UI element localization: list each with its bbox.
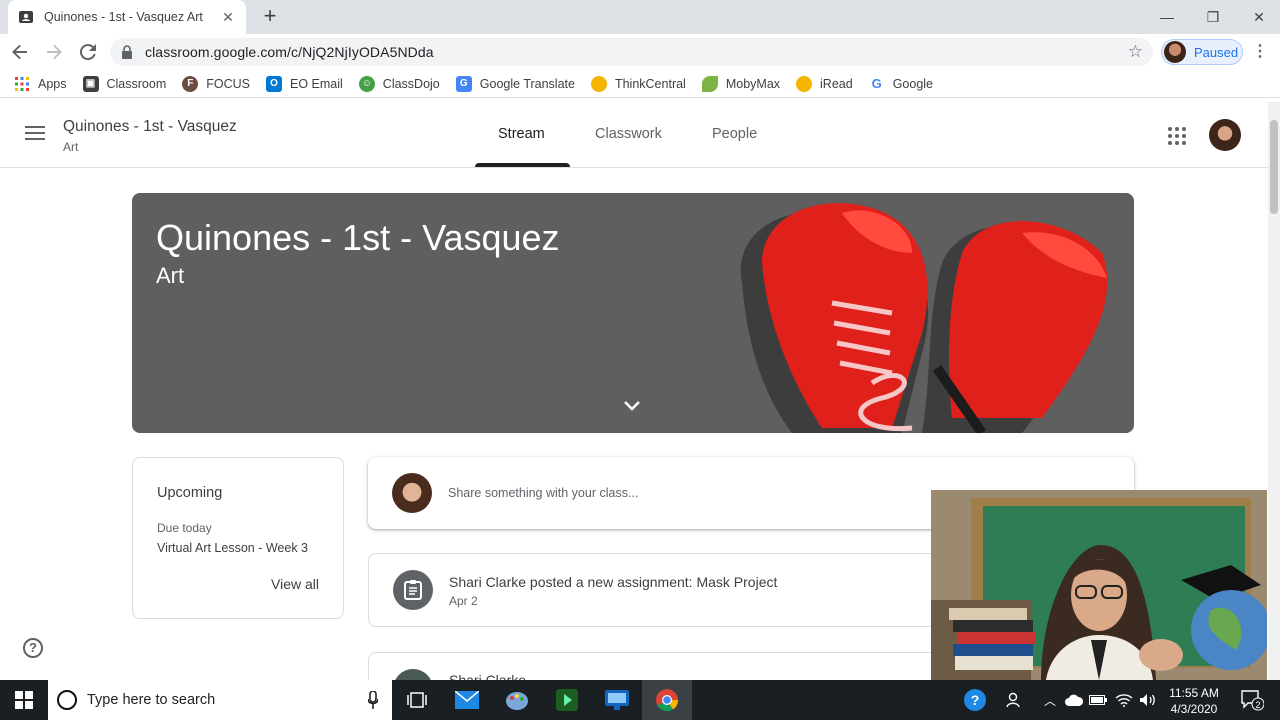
class-name[interactable]: Quinones - 1st - Vasquez	[63, 118, 237, 136]
bookmark-eo-email[interactable]: O EO Email	[266, 75, 343, 92]
taskbar-search-box[interactable]: Type here to search	[48, 680, 392, 720]
bookmark-google[interactable]: G Google	[869, 76, 933, 92]
upcoming-heading: Upcoming	[157, 485, 223, 501]
upcoming-card: Upcoming Due today Virtual Art Lesson - …	[132, 457, 344, 619]
browser-toolbar: classroom.google.com/c/NjQ2NjIyODA5NDda …	[0, 34, 1280, 70]
translate-icon: G	[455, 75, 472, 92]
tab-people[interactable]: People	[712, 126, 757, 142]
svg-text:?: ?	[971, 692, 980, 708]
tab-classwork[interactable]: Classwork	[595, 126, 662, 142]
windows-taskbar: Type here to search ? ︿ 11:55 AM 4/3/202…	[0, 680, 1280, 720]
taskbar-search-placeholder: Type here to search	[87, 692, 216, 708]
chrome-app-icon[interactable]	[642, 680, 692, 720]
share-placeholder[interactable]: Share something with your class...	[448, 486, 638, 500]
forward-icon[interactable]	[40, 38, 68, 66]
user-avatar	[392, 473, 432, 513]
profile-status: Paused	[1194, 44, 1239, 60]
classroom-favicon-icon	[18, 9, 34, 25]
view-all-button[interactable]: View all	[271, 576, 319, 592]
clock-date: 4/3/2020	[1170, 702, 1218, 716]
new-tab-button[interactable]: +	[258, 5, 282, 29]
boxing-gloves-illustration	[740, 203, 1108, 433]
page-scrollbar[interactable]	[1268, 102, 1280, 680]
class-section: Art	[63, 140, 79, 154]
task-view-icon[interactable]	[392, 680, 442, 720]
profile-avatar	[1164, 41, 1186, 63]
focus-icon: F	[182, 75, 199, 92]
bookmark-google-translate[interactable]: G Google Translate	[455, 75, 575, 92]
minimize-icon[interactable]: —	[1144, 0, 1190, 34]
close-window-icon[interactable]: ✕	[1236, 0, 1280, 34]
tab-title: Quinones - 1st - Vasquez Art	[44, 10, 203, 24]
webcam-video-overlay	[931, 490, 1267, 680]
apps-grid-icon	[14, 76, 30, 92]
due-today-label: Due today	[157, 521, 212, 535]
banner-title: Quinones - 1st - Vasquez	[156, 217, 560, 258]
scrollbar-thumb[interactable]	[1270, 120, 1278, 214]
taskbar-clock[interactable]: 11:55 AM 4/3/2020	[1166, 685, 1222, 717]
outlook-icon: O	[266, 75, 282, 92]
classdojo-icon: ☺	[358, 75, 375, 92]
lock-icon	[120, 45, 134, 59]
main-menu-icon[interactable]	[25, 126, 45, 142]
mail-app-icon[interactable]	[442, 680, 492, 720]
webcam-video-frame	[931, 490, 1267, 680]
back-icon[interactable]	[6, 38, 34, 66]
browser-tab-strip: Quinones - 1st - Vasquez Art ✕ + — ❐ ✕	[0, 0, 1280, 34]
classroom-header: Quinones - 1st - Vasquez Art Stream Clas…	[0, 102, 1268, 168]
profile-paused-button[interactable]: Paused	[1161, 39, 1243, 65]
class-banner: Quinones - 1st - Vasquez Art	[132, 193, 1134, 433]
browser-tab[interactable]: Quinones - 1st - Vasquez Art ✕	[8, 0, 246, 34]
bookmark-star-icon[interactable]: ☆	[1128, 42, 1143, 62]
active-tab-indicator	[475, 163, 570, 167]
people-icon[interactable]	[1002, 680, 1028, 720]
help-tray-icon[interactable]: ?	[960, 680, 990, 720]
bookmark-classroom[interactable]: ▣ Classroom	[82, 75, 166, 92]
chevron-down-icon[interactable]	[622, 399, 642, 413]
url-text: classroom.google.com/c/NjQ2NjIyODA5NDda	[145, 44, 434, 60]
circle-icon	[796, 75, 813, 92]
screencast-app-icon[interactable]	[542, 680, 592, 720]
close-tab-icon[interactable]: ✕	[220, 9, 236, 26]
show-hidden-icons-icon[interactable]: ︿	[1040, 680, 1060, 720]
remote-desktop-icon[interactable]	[592, 680, 642, 720]
user-avatar[interactable]	[1209, 119, 1241, 151]
mobymax-icon	[701, 75, 718, 92]
post-title[interactable]: Shari Clarke posted a new assignment: Ma…	[449, 574, 777, 590]
bookmark-classdojo[interactable]: ☺ ClassDojo	[358, 75, 440, 92]
wifi-icon[interactable]	[1113, 680, 1135, 720]
microphone-icon[interactable]	[368, 691, 378, 709]
bookmark-thinkcentral[interactable]: ThinkCentral	[590, 75, 686, 92]
google-apps-icon[interactable]	[1168, 127, 1186, 145]
notification-count: 2	[1255, 700, 1260, 710]
windows-start-icon[interactable]	[0, 680, 48, 720]
bookmark-apps[interactable]: Apps	[14, 76, 67, 92]
circle-icon	[590, 75, 607, 92]
banner-subtitle: Art	[156, 263, 185, 288]
classroom-icon: ▣	[82, 75, 99, 92]
assignment-icon	[393, 570, 433, 610]
reload-icon[interactable]	[74, 38, 102, 66]
volume-icon[interactable]	[1137, 680, 1159, 720]
battery-icon[interactable]	[1088, 680, 1108, 720]
restore-icon[interactable]: ❐	[1190, 0, 1236, 34]
bookmark-iread[interactable]: iRead	[796, 75, 853, 92]
notification-center-icon[interactable]: 2	[1236, 680, 1268, 720]
bookmarks-bar: Apps ▣ Classroom F FOCUS O EO Email ☺ Cl…	[0, 70, 1280, 98]
onedrive-icon[interactable]	[1064, 680, 1084, 720]
help-icon[interactable]: ?	[23, 638, 43, 658]
browser-menu-icon[interactable]: ⋮	[1252, 42, 1268, 62]
bookmark-mobymax[interactable]: MobyMax	[701, 75, 780, 92]
paint-app-icon[interactable]	[492, 680, 542, 720]
google-icon: G	[871, 76, 882, 91]
tab-stream[interactable]: Stream	[498, 126, 545, 142]
cortana-icon	[57, 690, 77, 710]
upcoming-item-link[interactable]: Virtual Art Lesson - Week 3	[157, 541, 308, 555]
post-date: Apr 2	[449, 594, 478, 608]
clock-time: 11:55 AM	[1169, 686, 1219, 700]
bookmark-focus[interactable]: F FOCUS	[182, 75, 250, 92]
address-bar[interactable]: classroom.google.com/c/NjQ2NjIyODA5NDda …	[110, 38, 1153, 66]
